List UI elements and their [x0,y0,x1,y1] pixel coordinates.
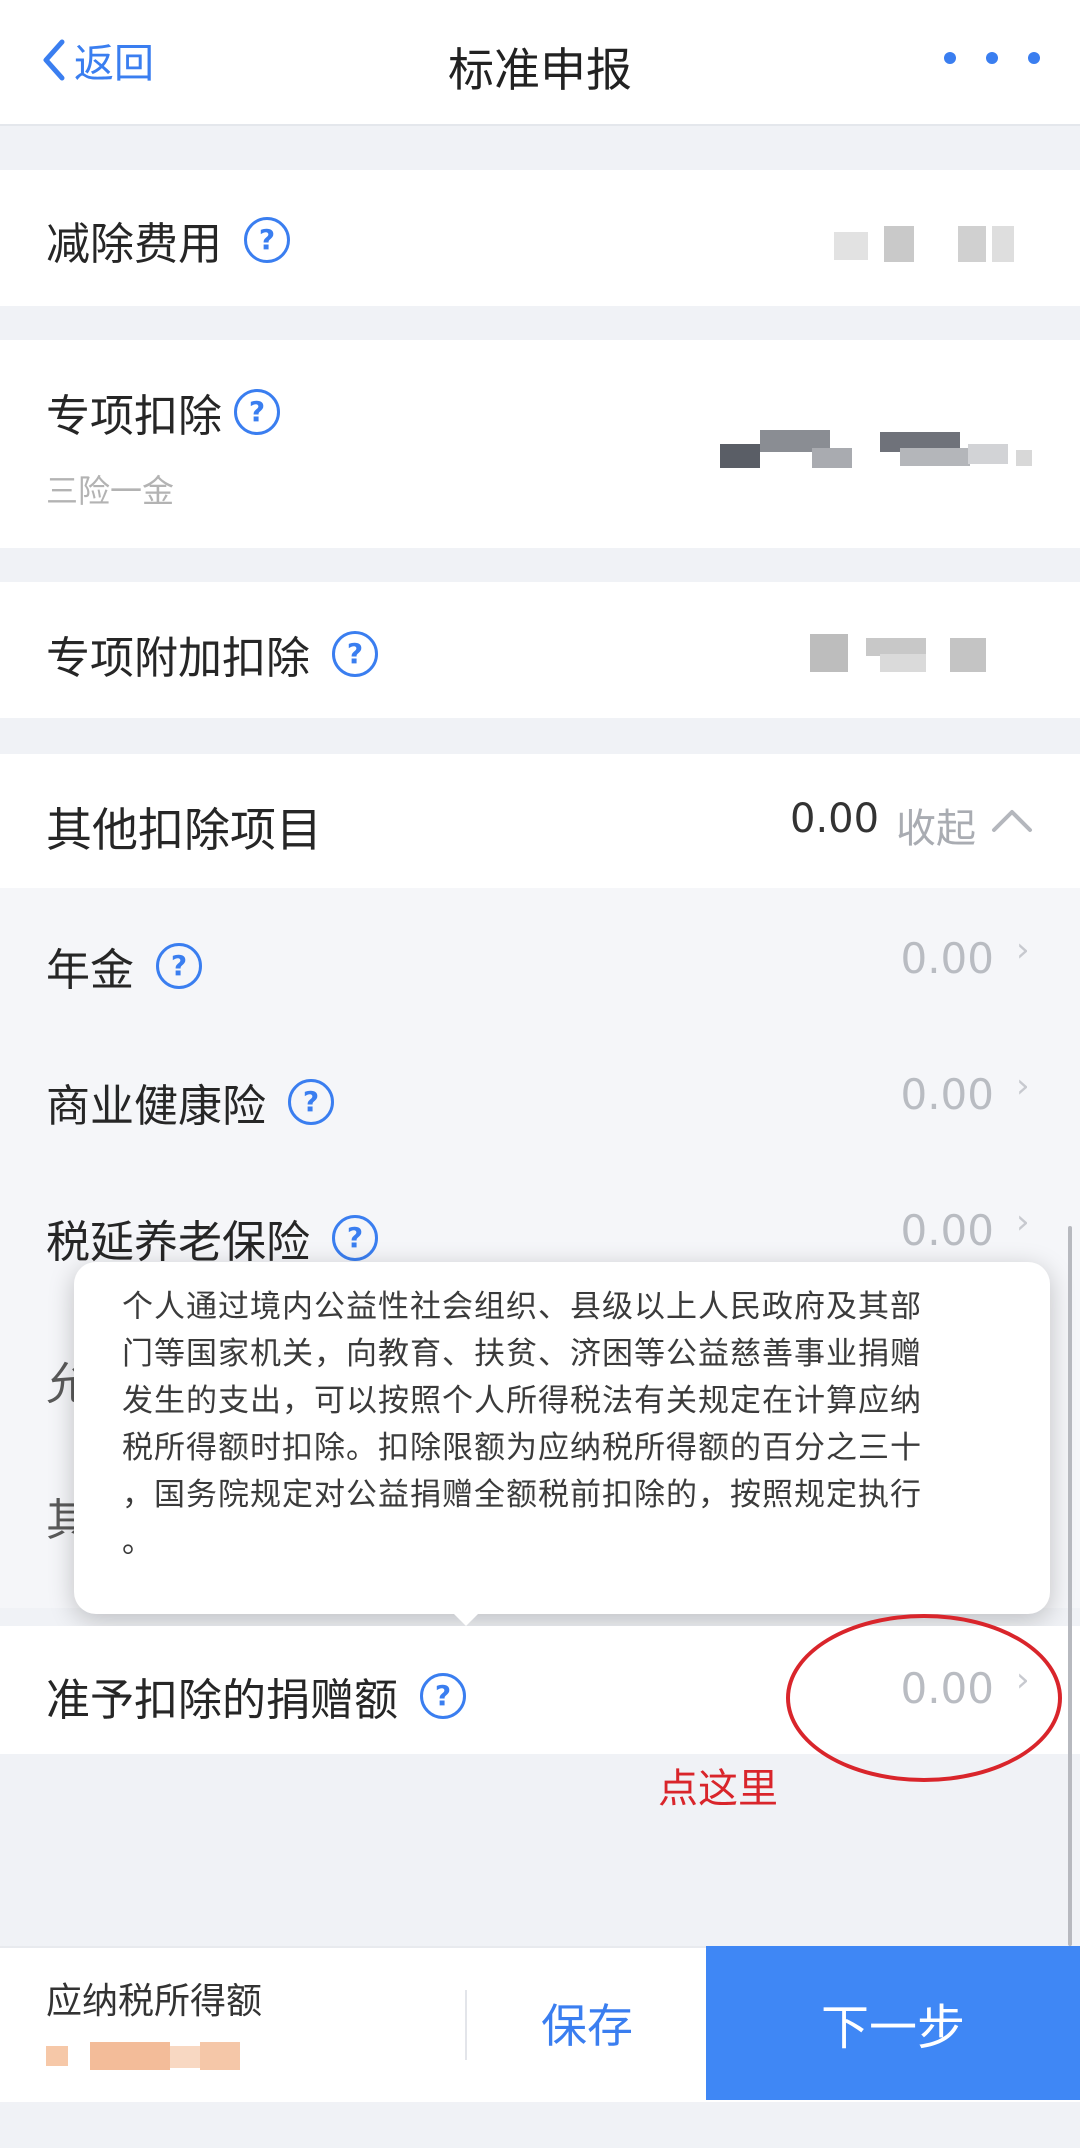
help-icon[interactable]: ? [420,1673,466,1719]
health-insurance-label: 商业健康险 [46,1081,266,1132]
annotation-note: 点这里 [658,1766,778,1812]
taxable-income-label: 应纳税所得额 [46,1981,263,2022]
deduction-fee-label: 减除费用 [46,219,222,270]
tooltip-line: 发生的支出，可以按照个人所得税法有关规定在计算应纳 [122,1383,922,1419]
special-deduction-label-group: 专项扣除 ? [46,380,280,444]
help-icon[interactable]: ? [156,943,202,989]
blurred-value [834,226,1014,266]
page-title: 标准申报 [448,43,632,97]
collapse-toggle[interactable]: 收起 [896,796,976,854]
chevron-up-icon[interactable] [990,806,1034,834]
tooltip-line: 个人通过境内公益性社会组织、县级以上人民政府及其部 [122,1289,922,1325]
chevron-right-icon[interactable]: › [1016,1066,1030,1106]
tooltip-line: ，国务院规定对公益捐赠全额税前扣除的，按照规定执行 [122,1477,922,1513]
more-dot-icon [1028,52,1040,64]
special-additional-label: 专项附加扣除 [46,633,310,684]
donation-label: 准予扣除的捐赠额 [46,1675,398,1726]
more-dot-icon [986,52,998,64]
annuity-label-group[interactable]: 年金 ? [46,934,202,998]
special-additional-label-group: 专项附加扣除 ? [46,622,378,686]
help-icon[interactable]: ? [332,631,378,677]
save-button[interactable]: 保存 [468,1946,706,2100]
annuity-value[interactable]: 0.00 [860,934,994,983]
divider [465,1990,467,2060]
chevron-right-icon[interactable]: › [1016,930,1030,970]
blurred-taxable-amount [46,2040,246,2070]
blurred-value [810,634,1000,674]
next-step-button[interactable]: 下一步 [706,1946,1080,2100]
help-tooltip: 个人通过境内公益性社会组织、县级以上人民政府及其部 门等国家机关，向教育、扶贫、… [74,1262,1050,1614]
help-icon[interactable]: ? [288,1079,334,1125]
tooltip-line: 门等国家机关，向教育、扶贫、济困等公益慈善事业捐赠 [122,1336,922,1372]
tooltip-arrow [448,1608,484,1626]
health-insurance-value[interactable]: 0.00 [860,1070,994,1119]
more-options-button[interactable] [944,52,1040,64]
annotation-circle [786,1614,1062,1782]
scrollbar[interactable] [1068,1226,1072,1946]
help-icon[interactable]: ? [244,217,290,263]
health-insurance-label-group[interactable]: 商业健康险 ? [46,1070,334,1134]
tooltip-line: 。 [122,1524,154,1560]
pension-insurance-value[interactable]: 0.00 [860,1206,994,1255]
pension-insurance-label-group[interactable]: 税延养老保险 ? [46,1206,378,1270]
help-icon[interactable]: ? [332,1215,378,1261]
more-dot-icon [944,52,956,64]
deduction-fee-label-group: 减除费用 ? [46,208,290,272]
other-deductions-label: 其他扣除项目 [46,803,322,857]
help-icon[interactable]: ? [234,389,280,435]
special-deduction-label: 专项扣除 [46,391,222,442]
pension-insurance-label: 税延养老保险 [46,1217,310,1268]
special-deduction-sub: 三险一金 [46,472,175,510]
annuity-label: 年金 [46,945,134,996]
chevron-right-icon[interactable]: › [1016,1202,1030,1242]
other-deductions-value: 0.00 [790,796,880,842]
blurred-value [720,430,1036,470]
tooltip-line: 税所得额时扣除。扣除限额为应纳税所得额的百分之三十 [122,1430,922,1466]
donation-label-group: 准予扣除的捐赠额 ? [46,1664,466,1728]
